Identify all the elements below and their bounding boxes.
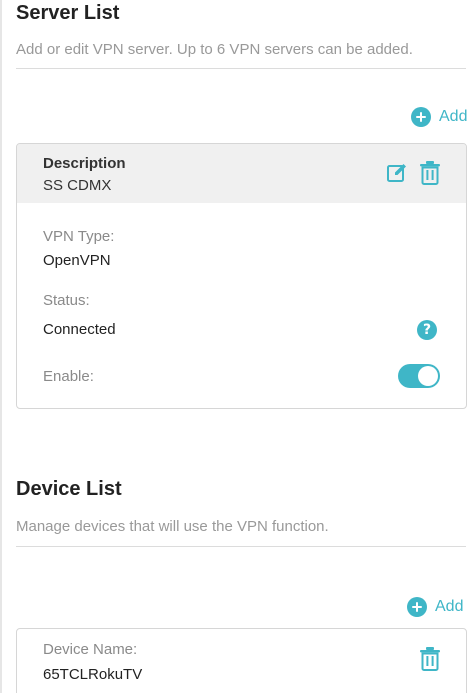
device-list-description: Manage devices that will use the VPN fun…: [16, 518, 329, 535]
device-list-divider: [16, 546, 466, 547]
status-label: Status:: [43, 292, 90, 309]
server-list-title: Server List: [16, 2, 120, 24]
add-device-button[interactable]: Add: [407, 597, 463, 617]
left-edge-border: [0, 0, 2, 693]
edit-icon[interactable]: [386, 162, 408, 189]
vpn-type-value: OpenVPN: [43, 252, 111, 269]
add-server-label: Add: [439, 108, 468, 125]
delete-icon[interactable]: [419, 161, 441, 190]
add-server-button[interactable]: Add: [411, 107, 467, 127]
help-icon[interactable]: ?: [417, 320, 437, 340]
plus-circle-icon: [407, 597, 427, 617]
description-value: SS CDMX: [43, 177, 112, 194]
device-name-label: Device Name:: [43, 641, 138, 658]
device-card: Device Name: 65TCLRokuTV: [16, 628, 467, 693]
server-card-header: Description SS CDMX: [17, 144, 466, 203]
server-list-description: Add or edit VPN server. Up to 6 VPN serv…: [16, 41, 413, 58]
server-card: Description SS CDMX VPN Type: OpenVPN St…: [16, 143, 467, 409]
vpn-settings-page: Server List Add or edit VPN server. Up t…: [0, 0, 474, 693]
enable-label: Enable:: [43, 368, 94, 385]
delete-icon[interactable]: [419, 647, 441, 676]
plus-circle-icon: [411, 107, 431, 127]
device-list-title: Device List: [16, 478, 122, 500]
toggle-knob: [418, 366, 438, 386]
add-device-label: Add: [435, 598, 464, 615]
server-list-divider: [16, 68, 466, 69]
description-label: Description: [43, 155, 126, 172]
device-name-value: 65TCLRokuTV: [43, 666, 143, 683]
status-value: Connected: [43, 321, 116, 338]
vpn-type-label: VPN Type:: [43, 228, 115, 245]
enable-toggle[interactable]: [398, 364, 440, 388]
